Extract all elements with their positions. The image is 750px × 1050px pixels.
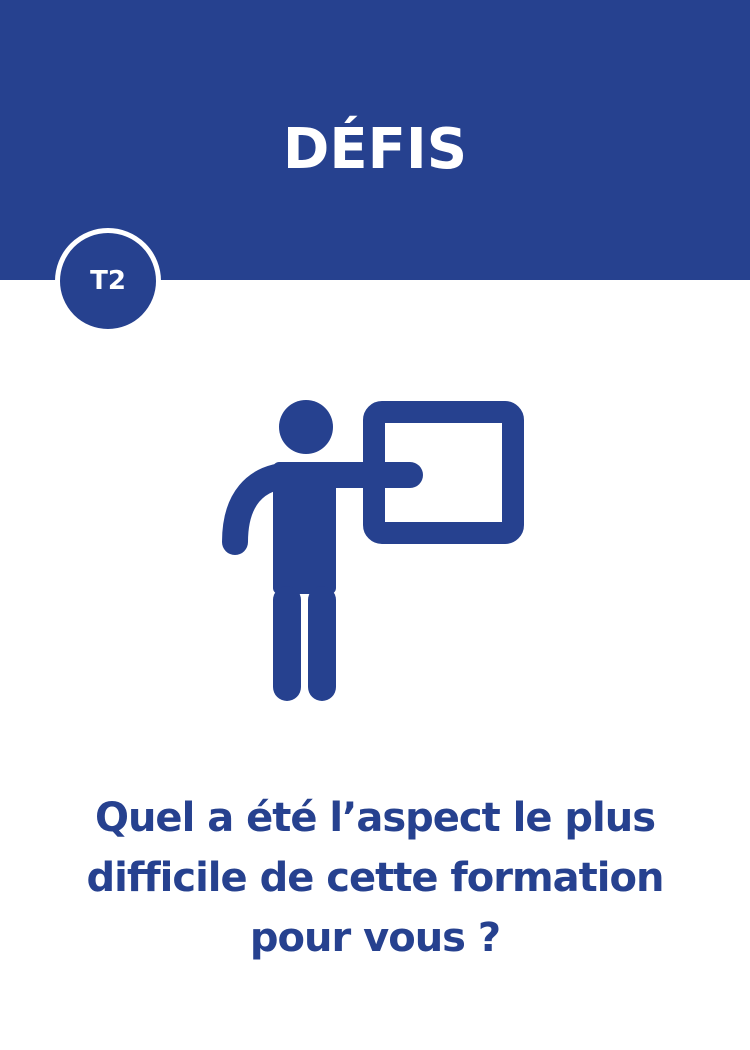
card-question: Quel a été l’aspect le plus difficile de… bbox=[86, 795, 665, 961]
card-code-label: T2 bbox=[90, 266, 126, 296]
card-code-badge: T2 bbox=[55, 228, 161, 334]
presenter-at-board-icon bbox=[222, 400, 524, 701]
card-title: DÉFIS bbox=[282, 117, 468, 182]
challenge-card: DÉFIS T2 Quel a été l’aspect le plus dif… bbox=[0, 0, 750, 1050]
